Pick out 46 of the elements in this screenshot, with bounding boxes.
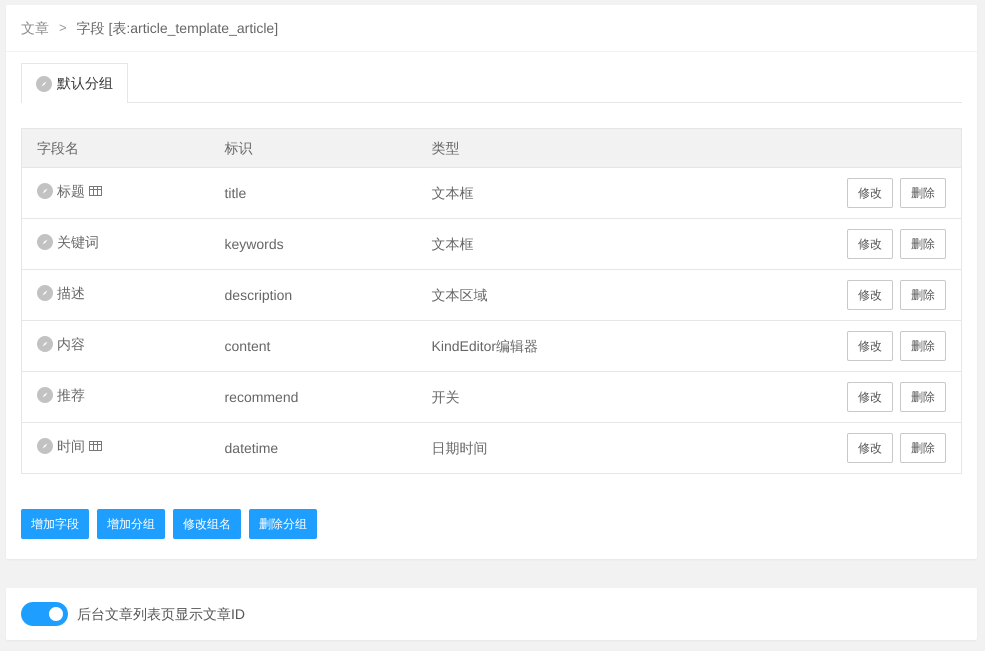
delete-button[interactable]: 删除 [900, 331, 946, 361]
table-cell: 日期时间 [416, 422, 690, 474]
table-cell: keywords [210, 218, 416, 270]
compass-icon [37, 336, 53, 352]
toggle-switch[interactable] [21, 602, 68, 626]
compass-icon [37, 183, 53, 200]
edit-button[interactable]: 修改 [847, 229, 893, 259]
compass-icon [37, 438, 53, 454]
column-header: 字段名 [22, 128, 210, 168]
table-cell: 文本框 [416, 218, 690, 270]
compass-icon [37, 234, 53, 250]
column-header: 类型 [416, 128, 690, 168]
table-cell: 文本区域 [416, 270, 690, 320]
edit-button[interactable]: 修改 [847, 178, 893, 208]
edit-button[interactable]: 修改 [847, 382, 893, 412]
breadcrumb-current: 字段 [表:article_template_article] [76, 18, 278, 38]
compass-icon [36, 76, 52, 92]
delete-button[interactable]: 删除 [900, 280, 946, 310]
field-name: 推荐 [57, 386, 85, 405]
delete-button[interactable]: 删除 [900, 229, 946, 259]
field-name: 关键词 [57, 232, 99, 252]
breadcrumb-link[interactable]: 文章 [21, 18, 49, 38]
tab[interactable]: 默认分组 [21, 63, 128, 103]
setting-label: 后台文章列表页显示文章ID [77, 604, 245, 624]
table-cell: datetime [210, 422, 416, 474]
field-name: 内容 [57, 334, 85, 354]
table-cell: description [210, 270, 416, 320]
edit-button[interactable]: 修改 [847, 433, 893, 463]
delete-button[interactable]: 删除 [900, 178, 946, 208]
table-cell: recommend [210, 372, 416, 422]
table-cell: title [210, 168, 416, 218]
compass-icon [37, 285, 53, 302]
column-header: 标识 [210, 128, 416, 168]
field-name: 时间 [57, 436, 85, 456]
field-name: 标题 [57, 182, 85, 201]
field-name: 描述 [57, 284, 85, 303]
edit-button[interactable]: 修改 [847, 280, 893, 310]
delete-button[interactable]: 删除 [900, 382, 946, 412]
table-cell: content [210, 320, 416, 372]
table-cell: 开关 [416, 372, 690, 422]
compass-icon [37, 387, 53, 404]
edit-button[interactable]: 修改 [847, 331, 893, 361]
delete-button[interactable]: 删除 [900, 433, 946, 463]
table-cell: 文本框 [416, 168, 690, 218]
table-cell: KindEditor编辑器 [416, 320, 690, 372]
breadcrumb-separator: > [59, 19, 67, 38]
